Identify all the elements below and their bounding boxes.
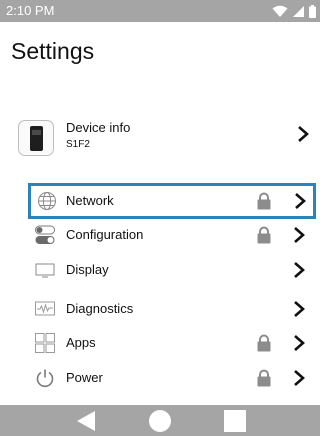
menu-item-label: Power (66, 370, 103, 385)
menu-item-diagnostics[interactable]: Diagnostics (32, 292, 312, 326)
globe-icon (38, 192, 56, 210)
status-icons (272, 3, 316, 19)
lock-icon (257, 334, 271, 352)
page-title: Settings (11, 38, 95, 64)
lock-icon (257, 192, 271, 210)
signal-icon (293, 5, 304, 17)
home-icon[interactable] (148, 409, 172, 433)
menu-item-label: Diagnostics (66, 301, 134, 316)
chevron-right-icon (294, 335, 305, 351)
chevron-right-icon (294, 370, 305, 386)
back-icon[interactable] (74, 409, 98, 433)
chevron-right-icon (294, 262, 305, 278)
lock-icon (257, 226, 271, 244)
menu-item-display[interactable]: Display (32, 253, 312, 287)
status-bar: 2:10 PM (0, 0, 320, 22)
menu-item-label: Network (66, 193, 114, 208)
device-info-item[interactable]: Device info S1F2 (18, 120, 309, 160)
chevron-right-icon (294, 301, 305, 317)
chevron-right-icon (295, 193, 306, 209)
menu-item-network[interactable]: Network (28, 183, 316, 219)
toggle-icon (35, 225, 55, 244)
menu-item-configuration[interactable]: Configuration (32, 218, 312, 252)
power-icon (36, 369, 54, 388)
waveform-icon (35, 301, 55, 316)
menu-item-label: Display (66, 262, 109, 277)
chevron-right-icon (298, 126, 309, 142)
device-thumbnail-icon (18, 120, 54, 156)
status-time: 2:10 PM (6, 3, 55, 18)
menu-item-power[interactable]: Power (32, 361, 312, 395)
chevron-right-icon (294, 227, 305, 243)
device-model-label: S1F2 (66, 139, 90, 150)
grid-icon (35, 333, 55, 353)
navigation-bar (0, 405, 320, 436)
wifi-icon (272, 5, 288, 17)
menu-item-label: Configuration (66, 227, 144, 242)
monitor-icon (35, 263, 55, 278)
menu-item-apps[interactable]: Apps (32, 326, 312, 360)
menu-item-label: Apps (66, 335, 96, 350)
recents-icon[interactable] (223, 409, 247, 433)
device-info-label: Device info (66, 120, 131, 135)
battery-icon (309, 4, 316, 18)
lock-icon (257, 369, 271, 387)
